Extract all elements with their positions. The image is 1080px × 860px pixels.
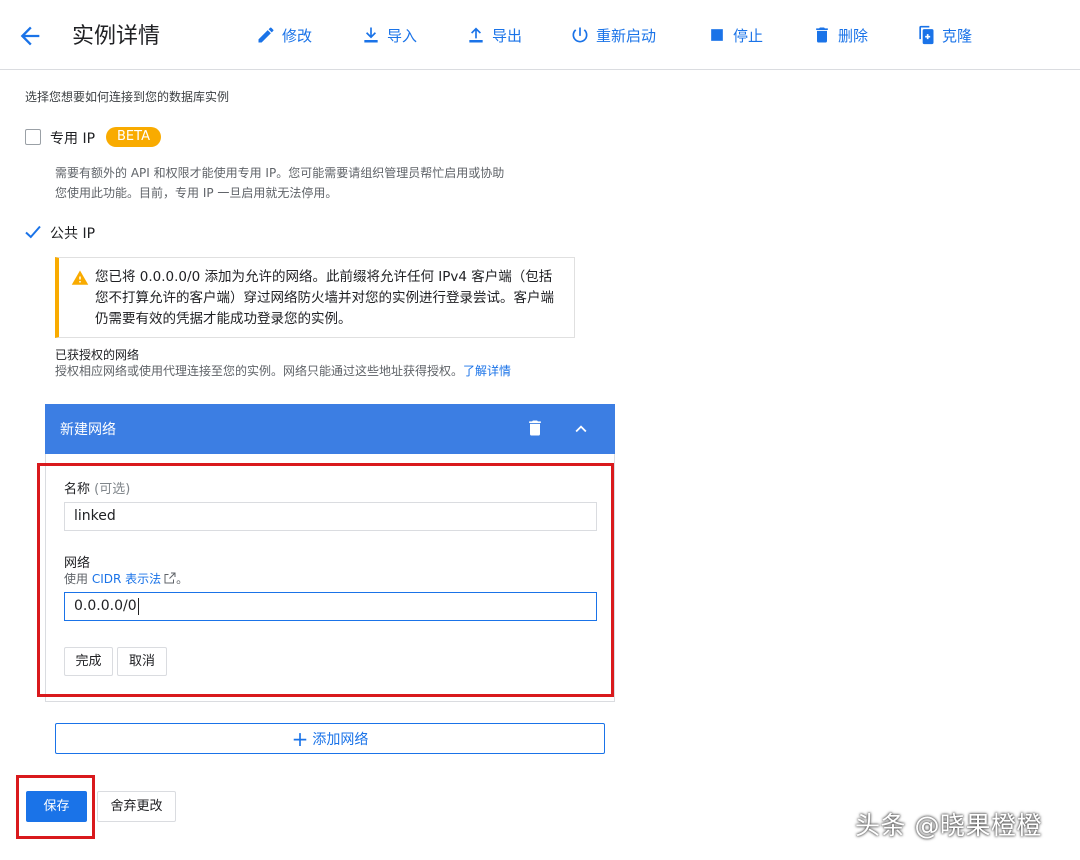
pencil-icon (258, 27, 274, 43)
edit-button[interactable]: 修改 (256, 22, 312, 48)
private-ip-help-line1: 需要有额外的 API 和权限才能使用专用 IP。您可能需要请组织管理员帮忙启用或… (55, 166, 505, 180)
private-ip-help: 需要有额外的 API 和权限才能使用专用 IP。您可能需要请组织管理员帮忙启用或… (55, 163, 585, 203)
delete-label: 删除 (838, 26, 869, 45)
highlight-box-network-form (37, 463, 614, 697)
warning-text: 您已将 0.0.0.0/0 添加为允许的网络。此前缀将允许任何 IPv4 客户端… (95, 269, 554, 327)
import-icon (364, 27, 378, 43)
public-ip-label: 公共 IP (50, 226, 96, 242)
stop-label: 停止 (733, 26, 764, 45)
warning-box: 您已将 0.0.0.0/0 添加为允许的网络。此前缀将允许任何 IPv4 客户端… (55, 257, 575, 338)
private-ip-checkbox[interactable] (25, 129, 41, 145)
clone-icon (919, 25, 934, 45)
trash-icon (816, 27, 828, 43)
add-network-label: 添加网络 (312, 731, 369, 748)
save-button[interactable]: 保存 (26, 791, 87, 822)
clone-button[interactable]: 克隆 (916, 22, 972, 48)
edit-label: 修改 (282, 26, 313, 45)
clone-label: 克隆 (942, 26, 973, 45)
restart-button[interactable]: 重新启动 (570, 22, 656, 48)
discard-changes-button[interactable]: 舍弃更改 (97, 791, 176, 822)
learn-more-link[interactable]: 了解详情 (463, 364, 511, 378)
export-label: 导出 (492, 26, 523, 45)
add-network-button[interactable]: + 添加网络 (55, 723, 605, 754)
power-icon (572, 27, 588, 43)
authorized-networks-text: 授权相应网络或使用代理连接至您的实例。网络只能通过这些地址获得授权。 (55, 364, 464, 378)
watermark: 头条 @晓果橙橙 (855, 811, 1042, 840)
warning-icon (71, 270, 89, 285)
authorized-networks-description: 授权相应网络或使用代理连接至您的实例。网络只能通过这些地址获得授权。了解详情 (55, 362, 511, 379)
back-arrow-icon[interactable] (16, 22, 44, 50)
export-button[interactable]: 导出 (466, 22, 522, 48)
stop-button[interactable]: 停止 (707, 22, 763, 48)
authorized-networks-title: 已获授权的网络 (55, 348, 140, 362)
stop-icon (711, 29, 723, 41)
new-network-panel-header[interactable]: 新建网络 (45, 404, 615, 454)
private-ip-help-line2: 您使用此功能。目前，专用 IP 一旦启用就无法停用。 (55, 186, 338, 200)
export-icon (469, 27, 483, 43)
public-ip-checkbox[interactable] (24, 223, 42, 241)
beta-badge: BETA (106, 127, 161, 147)
plus-icon: + (291, 726, 309, 751)
restart-label: 重新启动 (596, 26, 657, 45)
chevron-up-icon[interactable] (570, 418, 592, 440)
import-button[interactable]: 导入 (361, 22, 417, 48)
top-bar: 实例详情 修改 导入 导出 重新启动 停止 删除 克隆 (0, 0, 1080, 70)
connectivity-intro: 选择您想要如何连接到您的数据库实例 (25, 90, 230, 104)
delete-button[interactable]: 删除 (812, 22, 868, 48)
private-ip-label: 专用 IP (50, 131, 96, 147)
trash-icon[interactable] (525, 418, 545, 438)
page-title: 实例详情 (72, 24, 161, 49)
import-label: 导入 (387, 26, 418, 45)
new-network-title: 新建网络 (60, 422, 116, 438)
